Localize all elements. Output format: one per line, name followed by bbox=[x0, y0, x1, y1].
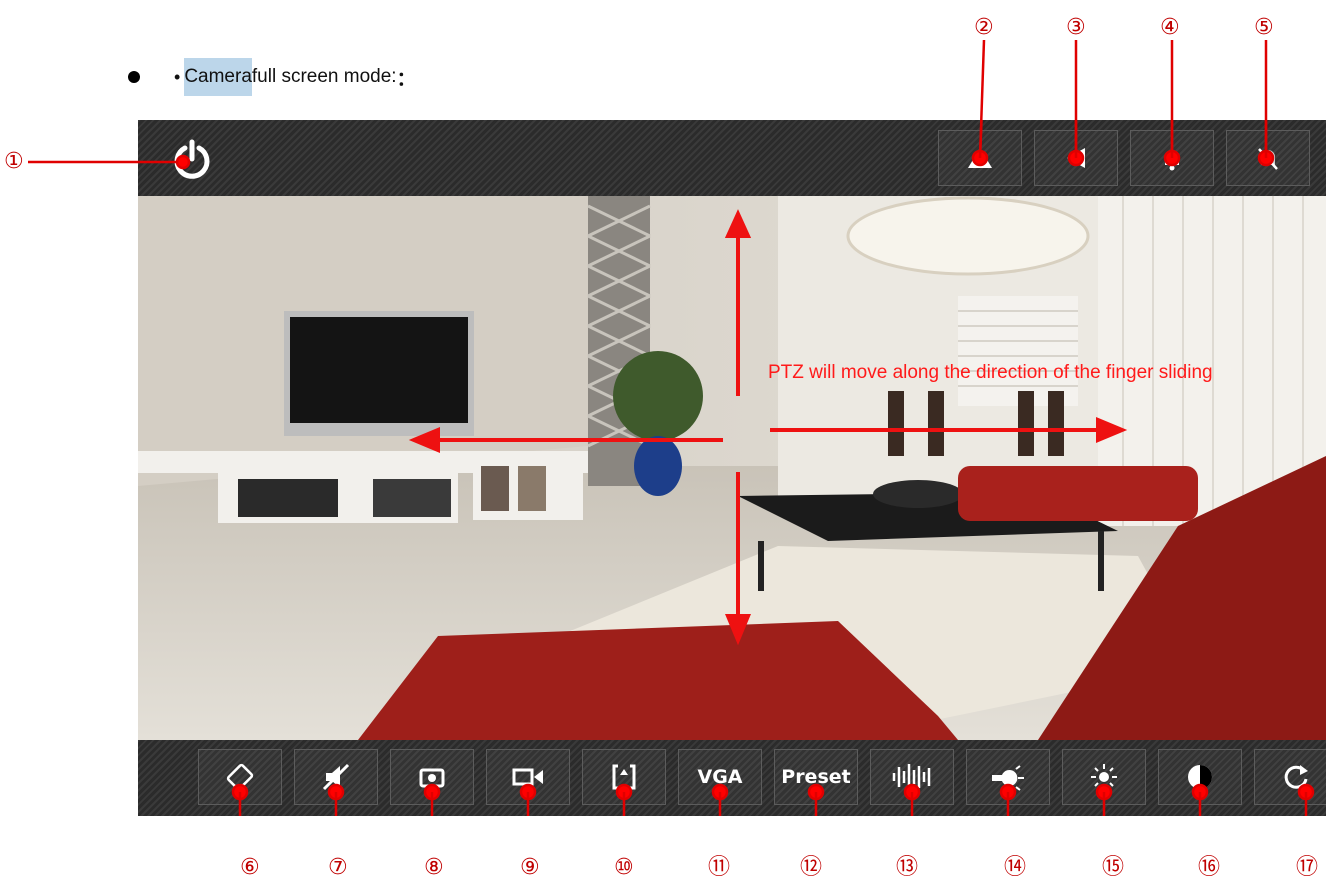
living-room-picture bbox=[138, 196, 1326, 740]
light-bulb-icon bbox=[992, 765, 1024, 791]
triangle-left-icon bbox=[1067, 148, 1085, 168]
speaker-mute-icon bbox=[322, 763, 350, 791]
callout-16: ⑯ bbox=[1198, 855, 1221, 880]
contrast-button[interactable] bbox=[1158, 749, 1242, 805]
callout-10: ⑩ bbox=[614, 855, 634, 880]
ptz-up-button[interactable] bbox=[938, 130, 1022, 186]
record-button[interactable] bbox=[486, 749, 570, 805]
refresh-icon bbox=[1284, 765, 1308, 789]
resolution-button[interactable]: VGA bbox=[678, 749, 762, 805]
contrast-icon bbox=[1188, 765, 1212, 789]
alarm-off-button[interactable] bbox=[1226, 130, 1310, 186]
callout-1: ① bbox=[4, 149, 24, 174]
callout-4: ④ bbox=[1160, 15, 1180, 40]
callout-13: ⑬ bbox=[896, 855, 919, 880]
ptz-left-button[interactable] bbox=[1034, 130, 1118, 186]
callout-8: ⑧ bbox=[424, 855, 444, 880]
callout-6: ⑥ bbox=[240, 855, 260, 880]
alarm-button[interactable] bbox=[1130, 130, 1214, 186]
callout-7: ⑦ bbox=[328, 855, 348, 880]
audio-button[interactable] bbox=[870, 749, 954, 805]
callout-15: ⑮ bbox=[1102, 855, 1125, 880]
bottom-toolbar: VGA Preset bbox=[138, 740, 1326, 816]
brightness-icon bbox=[1091, 764, 1117, 790]
callout-14: ⑭ bbox=[1004, 855, 1027, 880]
callout-17: ⑰ bbox=[1296, 855, 1319, 880]
page-heading: • Camera full screen mode: ： bbox=[128, 58, 416, 96]
heading-text: full screen mode: bbox=[251, 66, 397, 87]
heading-dot: • bbox=[174, 66, 181, 87]
mute-button[interactable] bbox=[294, 749, 378, 805]
camera-live-image[interactable]: PTZ will move along the direction of the… bbox=[138, 196, 1326, 740]
power-icon bbox=[174, 139, 210, 179]
rotate-screen-button[interactable] bbox=[198, 749, 282, 805]
rotate-screen-icon bbox=[226, 763, 254, 791]
light-button[interactable] bbox=[966, 749, 1050, 805]
heading-colon: ： bbox=[396, 68, 416, 90]
preset-button[interactable]: Preset bbox=[774, 749, 858, 805]
bell-icon bbox=[1165, 150, 1179, 171]
flip-icon bbox=[612, 764, 636, 790]
callout-12: ⑫ bbox=[800, 855, 823, 880]
power-button[interactable] bbox=[170, 138, 214, 182]
callout-11: ⑪ bbox=[708, 855, 731, 880]
brightness-button[interactable] bbox=[1062, 749, 1146, 805]
refresh-button[interactable] bbox=[1254, 749, 1326, 805]
alarm-off-icon bbox=[1258, 148, 1278, 170]
top-toolbar bbox=[138, 120, 1326, 196]
callout-2: ② bbox=[974, 15, 994, 40]
snapshot-camera-icon bbox=[419, 768, 445, 788]
snapshot-button[interactable] bbox=[390, 749, 474, 805]
bullet-icon bbox=[128, 71, 140, 83]
heading-highlight: Camera bbox=[184, 58, 252, 96]
video-record-icon bbox=[512, 768, 543, 786]
callout-3: ③ bbox=[1066, 15, 1086, 40]
callout-9: ⑨ bbox=[520, 855, 540, 880]
ptz-note-text: PTZ will move along the direction of the… bbox=[768, 362, 1213, 383]
triangle-up-icon bbox=[968, 148, 992, 168]
flip-button[interactable] bbox=[582, 749, 666, 805]
callout-5: ⑤ bbox=[1254, 15, 1274, 40]
audio-wave-icon bbox=[892, 764, 931, 790]
camera-view: PTZ will move along the direction of the… bbox=[138, 120, 1326, 816]
